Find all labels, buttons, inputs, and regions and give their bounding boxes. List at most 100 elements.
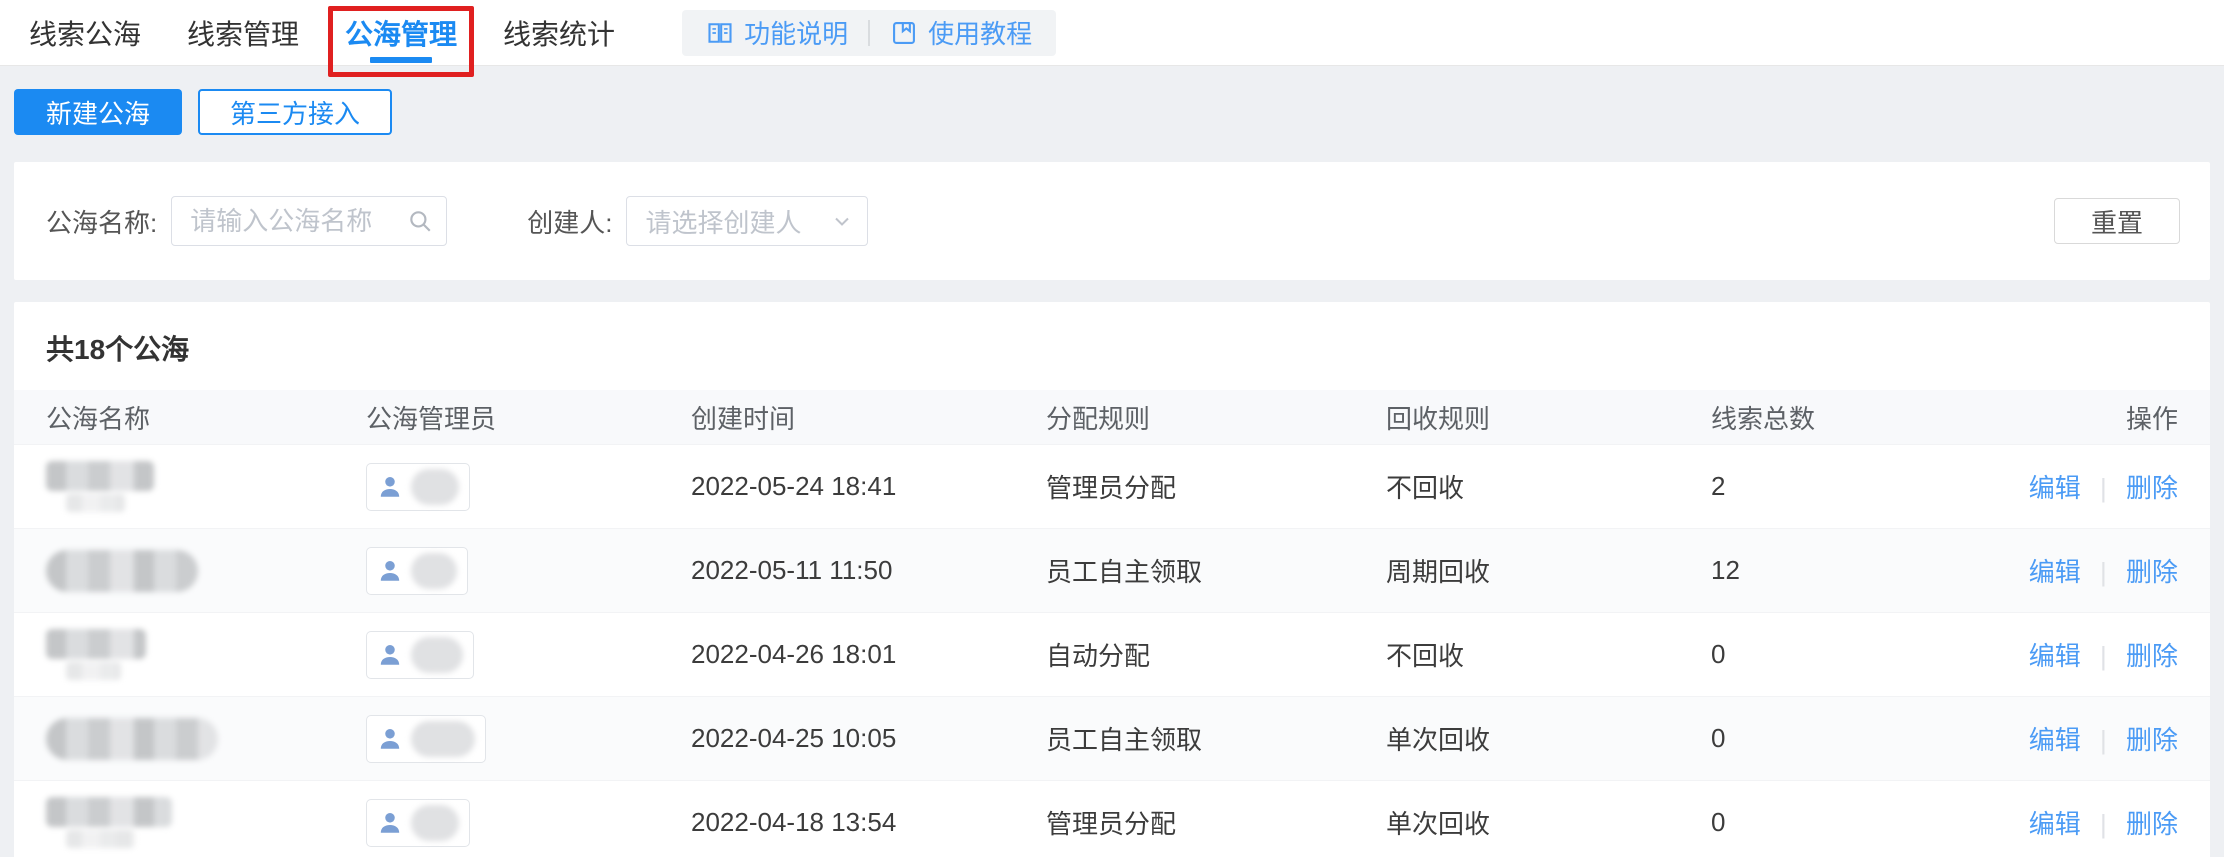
pool-admin-badge (366, 798, 470, 847)
person-icon (380, 728, 400, 749)
action-separator: | (2099, 725, 2107, 755)
feature-description-label: 功能说明 (744, 19, 849, 49)
filter-bar: 公海名称: 创建人: 请选择创建人 重置 (14, 162, 2210, 280)
action-separator: | (2099, 557, 2107, 587)
pool-name-input-wrap (171, 196, 448, 246)
tab-label: 线索公海 (29, 18, 142, 50)
edit-link[interactable]: 编辑 (2029, 725, 2081, 755)
chevron-down-icon (830, 209, 854, 233)
created-time: 2022-04-26 18:01 (691, 639, 897, 669)
redacted-pool-name (46, 549, 198, 592)
creator-select-wrap: 请选择创建人 (626, 196, 869, 246)
person-icon (380, 560, 400, 581)
assign-rule: 管理员分配 (1046, 809, 1177, 839)
tutorial-label: 使用教程 (928, 19, 1033, 49)
action-separator: | (2099, 809, 2107, 839)
book-icon (708, 22, 732, 43)
tab-label: 线索统计 (503, 18, 616, 50)
table-row: 2022-04-18 13:54 管理员分配 单次回收 0 编辑 | 删除 (14, 780, 2210, 857)
assign-rule: 自动分配 (1046, 641, 1151, 671)
assign-rule: 员工自主领取 (1046, 725, 1203, 755)
help-divider (868, 19, 871, 46)
edit-link[interactable]: 编辑 (2029, 641, 2081, 671)
new-pool-button[interactable]: 新建公海 (14, 89, 183, 135)
person-icon (380, 644, 400, 665)
created-time: 2022-05-24 18:41 (691, 471, 897, 501)
action-separator: | (2099, 473, 2107, 503)
lead-count: 0 (1711, 639, 1726, 669)
recycle-rule: 单次回收 (1386, 725, 1491, 755)
lead-count: 0 (1711, 807, 1726, 837)
table-summary: 共18个公海 (46, 334, 190, 365)
lead-count: 2 (1711, 471, 1726, 501)
delete-link[interactable]: 删除 (2126, 725, 2178, 755)
feature-description-link[interactable]: 功能说明 (706, 14, 848, 51)
redacted-pool-name (46, 461, 154, 512)
recycle-rule: 不回收 (1386, 473, 1465, 503)
pool-table-card: 共18个公海 公海名称 公海管理员 创建时间 分配规则 回收规则 线索总数 操作… (14, 302, 2210, 857)
delete-link[interactable]: 删除 (2126, 641, 2178, 671)
assign-rule: 员工自主领取 (1046, 557, 1203, 587)
created-time: 2022-05-11 11:50 (691, 555, 893, 585)
recycle-rule: 周期回收 (1386, 557, 1491, 587)
pool-admin-badge (366, 630, 474, 679)
help-pill: 功能说明 使用教程 (682, 9, 1057, 56)
redacted-pool-name (46, 797, 172, 848)
col-header-lead-count: 线索总数 (1711, 403, 1816, 434)
table-row: 2022-04-25 10:05 员工自主领取 单次回收 0 编辑 | 删除 (14, 696, 2210, 780)
table-header-row: 公海名称 公海管理员 创建时间 分配规则 回收规则 线索总数 操作 (14, 390, 2210, 444)
active-tab-underline (370, 57, 433, 63)
col-header-assign-rule: 分配规则 (1046, 403, 1151, 434)
tab-lead-management[interactable]: 线索管理 (172, 0, 314, 65)
pool-admin-badge (366, 714, 486, 763)
person-icon (380, 812, 400, 833)
redacted-admin-name (411, 636, 463, 673)
redacted-admin-name (411, 552, 457, 589)
pool-name-input[interactable] (171, 196, 448, 246)
pool-admin-badge (366, 546, 468, 595)
search-icon (407, 208, 433, 234)
edit-link[interactable]: 编辑 (2029, 473, 2081, 503)
lead-count: 12 (1711, 555, 1740, 585)
delete-link[interactable]: 删除 (2126, 473, 2178, 503)
edit-link[interactable]: 编辑 (2029, 809, 2081, 839)
toolbar: 新建公海 第三方接入 (0, 66, 2224, 135)
top-navbar: 线索公海 线索管理 公海管理 线索统计 功能说明 使用教程 (0, 0, 2224, 77)
delete-link[interactable]: 删除 (2126, 557, 2178, 587)
delete-link[interactable]: 删除 (2126, 809, 2178, 839)
col-header-pool-admin: 公海管理员 (366, 403, 497, 434)
tab-lead-pool[interactable]: 线索公海 (14, 0, 156, 65)
table-row: 2022-05-24 18:41 管理员分配 不回收 2 编辑 | 删除 (14, 444, 2210, 528)
col-header-pool-name: 公海名称 (46, 403, 151, 434)
pool-name-label: 公海名称: (46, 207, 158, 238)
pool-admin-badge (366, 462, 470, 511)
redacted-admin-name (411, 468, 459, 505)
recycle-rule: 不回收 (1386, 641, 1465, 671)
created-time: 2022-04-25 10:05 (691, 723, 897, 753)
person-icon (380, 476, 400, 497)
tutorial-icon (893, 21, 916, 44)
tab-label: 线索管理 (187, 18, 300, 50)
third-party-access-button[interactable]: 第三方接入 (198, 89, 393, 135)
nav-tabs: 线索公海 线索管理 公海管理 线索统计 (14, 0, 646, 77)
tab-pool-management[interactable]: 公海管理 (328, 0, 475, 77)
col-header-recycle-rule: 回收规则 (1386, 403, 1491, 434)
col-header-actions: 操作 (2125, 403, 2178, 434)
redacted-admin-name (411, 804, 459, 841)
tab-label: 公海管理 (345, 18, 458, 50)
redacted-admin-name (411, 720, 475, 757)
tab-lead-statistics[interactable]: 线索统计 (488, 0, 630, 65)
table-row: 2022-04-26 18:01 自动分配 不回收 0 编辑 | 删除 (14, 612, 2210, 696)
assign-rule: 管理员分配 (1046, 473, 1177, 503)
edit-link[interactable]: 编辑 (2029, 557, 2081, 587)
lead-count: 0 (1711, 723, 1726, 753)
redacted-pool-name (46, 717, 218, 760)
reset-button[interactable]: 重置 (2054, 198, 2180, 244)
tutorial-link[interactable]: 使用教程 (890, 14, 1032, 51)
redacted-pool-name (46, 629, 146, 680)
created-time: 2022-04-18 13:54 (691, 807, 897, 837)
action-separator: | (2099, 641, 2107, 671)
creator-label: 创建人: (527, 207, 613, 238)
recycle-rule: 单次回收 (1386, 809, 1491, 839)
col-header-created-time: 创建时间 (691, 403, 796, 434)
